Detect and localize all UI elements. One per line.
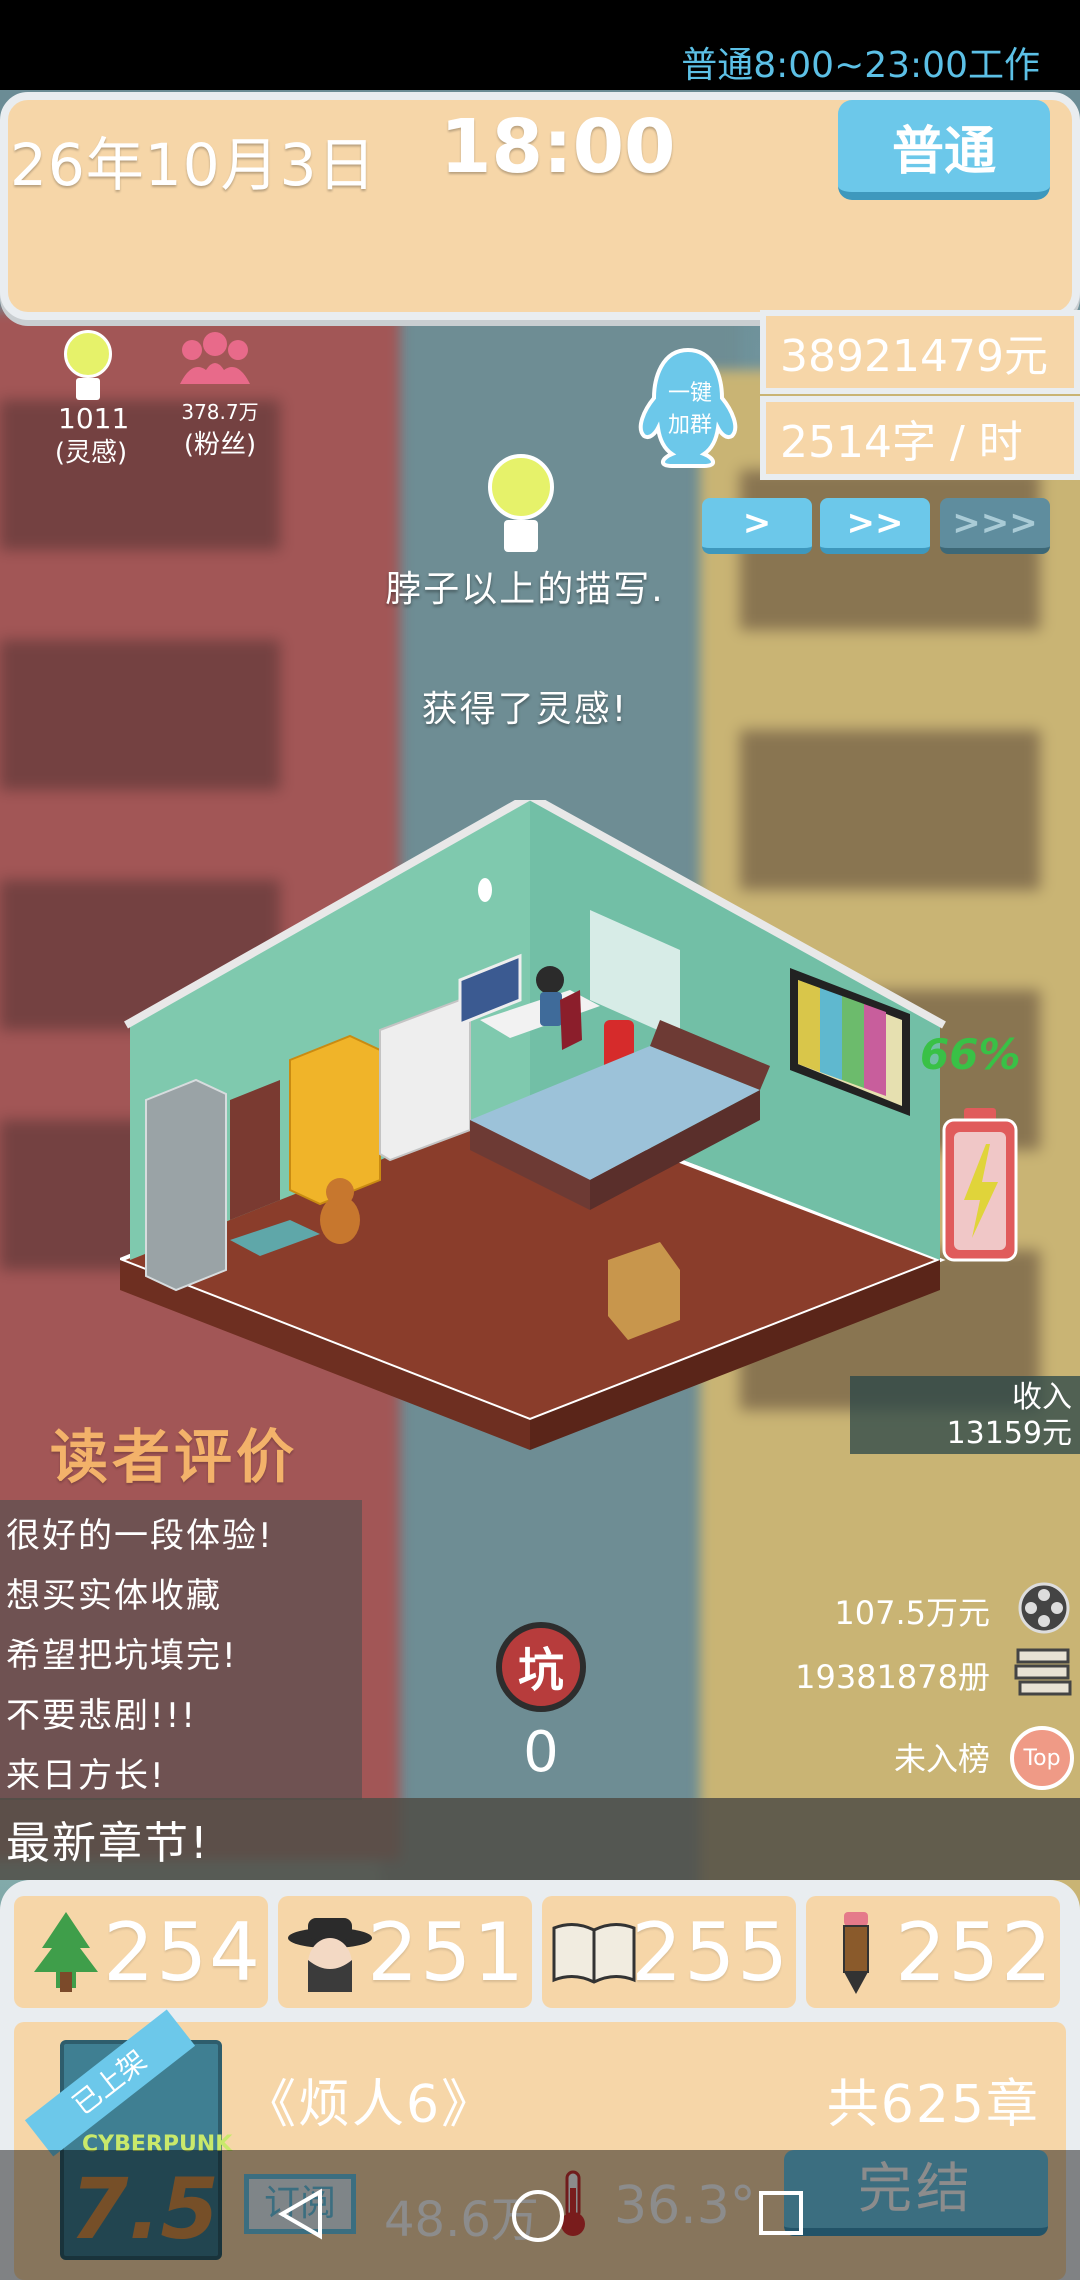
desk-chair	[560, 990, 582, 1050]
fans-group-icon	[180, 332, 250, 384]
review-item: 不要悲剧!!!	[6, 1696, 197, 1736]
attribute-value: 252	[895, 1906, 1054, 1999]
attribute-reading[interactable]: 255	[542, 1896, 796, 2008]
attribute-value: 255	[631, 1906, 790, 1999]
pencil-icon	[843, 1912, 869, 1994]
open-book-icon	[552, 1923, 636, 1984]
latest-chapter-bar[interactable]: 最新章节!	[0, 1798, 1080, 1880]
speed-1x-button[interactable]: >	[702, 498, 812, 554]
qq-group-label-line1: 一键	[667, 381, 712, 406]
chapter-count: 共625章	[826, 2075, 1040, 2135]
game-time: 18:00	[440, 104, 676, 190]
reader-reviews-list: 很好的一段体验! 想买实体收藏 希望把坑填完! 不要悲剧!!! 来日方长!	[0, 1500, 362, 1800]
battery-percent: 66%	[920, 1030, 1021, 1079]
yellow-cabinet	[289, 1034, 381, 1206]
review-item: 想买实体收藏	[6, 1576, 222, 1616]
bookshelf	[379, 998, 471, 1162]
event-message: 脖子以上的描写.	[385, 569, 665, 610]
top-rank-badge[interactable]: Top	[1010, 1726, 1074, 1790]
review-item: 很好的一段体验!	[6, 1516, 274, 1556]
ranking-status: 未入榜	[893, 1740, 990, 1778]
income-label: 收入	[1012, 1380, 1072, 1415]
inspiration-gained-message: 获得了灵感!	[421, 689, 629, 730]
speed-3x-button[interactable]: >>>	[940, 498, 1050, 554]
tree-icon	[34, 1912, 98, 1992]
system-navigation-bar	[0, 2150, 1080, 2280]
work-mode-button[interactable]: 普通	[838, 100, 1050, 200]
detective-icon	[288, 1918, 372, 1992]
attribute-writing[interactable]: 252	[806, 1896, 1060, 2008]
idea-bulb-base	[504, 520, 538, 552]
qq-group-label-line2: 加群	[667, 413, 712, 438]
air-conditioner	[145, 1078, 227, 1292]
money-value: 38921479元	[780, 331, 1048, 382]
income-value: 13159元	[946, 1416, 1072, 1451]
battery-icon	[942, 1108, 1018, 1262]
writing-speed-display: 2514字 / 时	[760, 396, 1080, 480]
work-hours-text: 普通8:00~23:00工作	[681, 45, 1040, 86]
writing-speed-value: 2514字 / 时	[780, 417, 1023, 468]
wall-clock	[478, 878, 492, 902]
review-item: 来日方长!	[6, 1756, 166, 1796]
sales-copies: 19381878册	[795, 1658, 990, 1696]
book-stack-icon	[1014, 1648, 1072, 1696]
back-nav-icon[interactable]	[276, 2186, 326, 2242]
review-item: 希望把坑填完!	[6, 1636, 238, 1676]
qq-group-label: 一键 加群	[652, 378, 728, 442]
inspiration-bulb-icon	[64, 330, 112, 378]
home-nav-icon[interactable]	[510, 2188, 566, 2244]
sales-money: 107.5万元	[834, 1594, 990, 1632]
film-reel-icon	[1018, 1582, 1070, 1634]
inspiration-label: (灵感)	[54, 438, 128, 468]
inspiration-value: 1011	[58, 402, 130, 435]
idea-bulb-icon	[488, 454, 554, 520]
fans-value: 378.7万	[181, 400, 259, 424]
income-panel: 收入 13159元	[850, 1376, 1080, 1454]
attribute-value: 254	[103, 1906, 262, 1999]
fans-label: (粉丝)	[183, 430, 257, 460]
attribute-detective[interactable]: 251	[278, 1896, 532, 2008]
recents-nav-icon[interactable]	[756, 2188, 806, 2238]
reader-reviews-title: 读者评价	[50, 1423, 299, 1491]
book-title: 《烦人6》	[244, 2075, 496, 2135]
attribute-nature[interactable]: 254	[14, 1896, 268, 2008]
pit-button[interactable]: 坑	[496, 1622, 586, 1712]
latest-chapter-text: 最新章节!	[6, 1818, 210, 1869]
room-door	[230, 1080, 280, 1220]
pit-count: 0	[523, 1720, 559, 1785]
game-date: 26年10月3日	[10, 131, 377, 199]
inspiration-bulb-base	[76, 378, 100, 400]
money-display: 38921479元	[760, 310, 1080, 394]
writer-character	[536, 966, 564, 994]
attribute-value: 251	[367, 1906, 526, 1999]
speed-2x-button[interactable]: >>	[820, 498, 930, 554]
